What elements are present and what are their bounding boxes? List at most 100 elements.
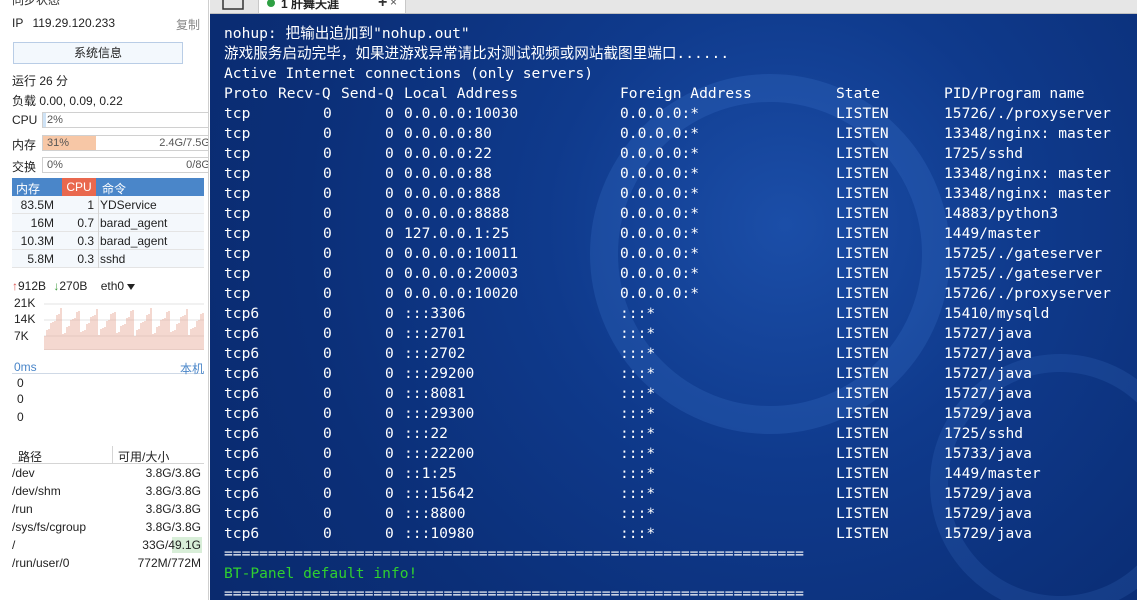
netstat-cell: :::2702	[404, 345, 466, 362]
netstat-cell: LISTEN	[836, 345, 889, 362]
netstat-cell: LISTEN	[836, 125, 889, 142]
netstat-header-cell: State	[836, 85, 880, 102]
netstat-cell: 15726/./proxyserver	[944, 105, 1111, 122]
netstat-cell: 0	[323, 145, 332, 162]
netstat-cell: :::22	[404, 425, 448, 442]
netstat-cell: 0	[323, 425, 332, 442]
copy-ip-button[interactable]: 复制	[176, 16, 200, 33]
netstat-cell: 0.0.0.0:*	[620, 205, 700, 222]
netstat-cell: 0	[323, 245, 332, 262]
network-stats: ↑912B ↓270B eth0	[12, 279, 136, 293]
netstat-cell: 0	[323, 185, 332, 202]
netstat-cell: LISTEN	[836, 385, 889, 402]
netstat-cell: 14883/python3	[944, 205, 1059, 222]
disk-path: /	[12, 538, 16, 552]
disk-size: 3.8G/3.8G	[145, 466, 201, 480]
netstat-cell: 1449/master	[944, 465, 1041, 482]
netstat-cell: :::*	[620, 345, 656, 362]
netstat-cell: tcp	[224, 185, 251, 202]
netstat-cell: 0	[323, 205, 332, 222]
netstat-cell: 0	[385, 465, 394, 482]
netstat-cell: :::10980	[404, 525, 475, 542]
process-cmd: barad_agent	[100, 216, 168, 230]
netstat-cell: LISTEN	[836, 445, 889, 462]
netstat-cell: 0.0.0.0:8888	[404, 205, 510, 222]
netstat-cell: 0	[323, 305, 332, 322]
netstat-cell: 15725/./gateserver	[944, 245, 1103, 262]
netstat-cell: tcp	[224, 225, 251, 242]
netstat-cell: 0.0.0.0:80	[404, 125, 492, 142]
netstat-cell: :::*	[620, 525, 656, 542]
disk-header-path: 路径	[18, 450, 43, 464]
process-mem: 5.8M	[27, 252, 54, 266]
netstat-cell: tcp6	[224, 485, 260, 502]
terminal-line: nohup: 把输出追加到"nohup.out"	[224, 25, 470, 42]
swap-label: 交换	[12, 160, 37, 174]
netstat-cell: 13348/nginx: master	[944, 165, 1111, 182]
terminal-output[interactable]: nohup: 把输出追加到"nohup.out" 游戏服务启动完毕，如果进游戏异常…	[210, 14, 1137, 600]
netstat-cell: 0	[385, 165, 394, 182]
process-col-divider	[98, 214, 99, 232]
netstat-cell: :::3306	[404, 305, 466, 322]
net-up-value: 912B	[18, 279, 47, 293]
netstat-cell: tcp6	[224, 505, 260, 522]
process-cmd: barad_agent	[100, 234, 168, 248]
netstat-cell: 0	[323, 165, 332, 182]
process-header-mem[interactable]: 内存	[16, 180, 40, 197]
netstat-cell: tcp6	[224, 385, 260, 402]
netstat-cell: tcp	[224, 205, 251, 222]
ip-row: IP 119.29.120.233 复制	[12, 16, 202, 32]
netstat-header-cell: Local Address	[404, 85, 519, 102]
cpu-meter-row: CPU 2%	[12, 112, 208, 128]
netstat-cell: tcp6	[224, 445, 260, 462]
netstat-cell: 0	[385, 145, 394, 162]
netstat-cell: 0.0.0.0:*	[620, 165, 700, 182]
netstat-cell: :::*	[620, 405, 656, 422]
cpu-label: CPU	[12, 113, 38, 127]
disk-table-header: 路径 可用/大小	[12, 446, 204, 464]
netstat-cell: tcp	[224, 265, 251, 282]
table-row: 5.8M 0.3 sshd	[12, 250, 204, 268]
netstat-cell: tcp6	[224, 305, 260, 322]
folder-icon[interactable]	[222, 0, 244, 10]
netstat-cell: 0.0.0.0:22	[404, 145, 492, 162]
network-chart-graph	[44, 303, 204, 350]
process-header-cmd[interactable]: 命令	[102, 180, 126, 197]
disk-path: /run/user/0	[12, 556, 70, 570]
netstat-cell: tcp6	[224, 465, 260, 482]
net-chart-label: 21K	[14, 296, 36, 310]
netstat-cell: 0	[323, 345, 332, 362]
netstat-cell: 0	[385, 405, 394, 422]
netstat-cell: LISTEN	[836, 325, 889, 342]
process-table: 内存 CPU 命令 83.5M 1 YDService 16M 0.7 bara…	[12, 178, 204, 268]
netstat-header-cell: Send-Q	[341, 85, 394, 102]
system-info-button[interactable]: 系统信息	[13, 42, 183, 64]
disk-path: /sys/fs/cgroup	[12, 520, 87, 534]
process-mem: 83.5M	[20, 198, 54, 212]
netstat-cell: 0.0.0.0:*	[620, 105, 700, 122]
bt-panel-info-line: BT-Panel default info!	[224, 565, 418, 582]
add-tab-button[interactable]: +	[378, 0, 387, 12]
network-interface-select[interactable]: eth0	[101, 279, 136, 293]
disk-path: /dev/shm	[12, 484, 61, 498]
disk-header-size: 可用/大小	[118, 450, 170, 464]
ip-value: 119.29.120.233	[32, 16, 115, 30]
netstat-cell: LISTEN	[836, 465, 889, 482]
netstat-cell: 15733/java	[944, 445, 1032, 462]
latency-node-select[interactable]: 本机	[180, 360, 204, 377]
netstat-cell: 0	[323, 225, 332, 242]
netstat-cell: LISTEN	[836, 245, 889, 262]
process-col-divider	[98, 196, 99, 214]
ip-label: IP	[12, 16, 24, 30]
terminal-line: 游戏服务启动完毕，如果进游戏异常请比对测试视频或网站截图里端口......	[224, 45, 730, 62]
load-text: 负载 0.00, 0.09, 0.22	[12, 94, 123, 108]
process-header-cpu[interactable]: CPU	[62, 178, 96, 196]
close-icon[interactable]: ×	[390, 0, 397, 9]
netstat-cell: 0	[385, 225, 394, 242]
mem-meter-row: 内存 31% 2.4G/7.5G	[12, 135, 208, 152]
process-cpu: 0.7	[77, 216, 94, 230]
netstat-cell: LISTEN	[836, 165, 889, 182]
uptime-text: 运行 26 分	[12, 74, 69, 88]
netstat-cell: :::*	[620, 425, 656, 442]
netstat-cell: LISTEN	[836, 205, 889, 222]
